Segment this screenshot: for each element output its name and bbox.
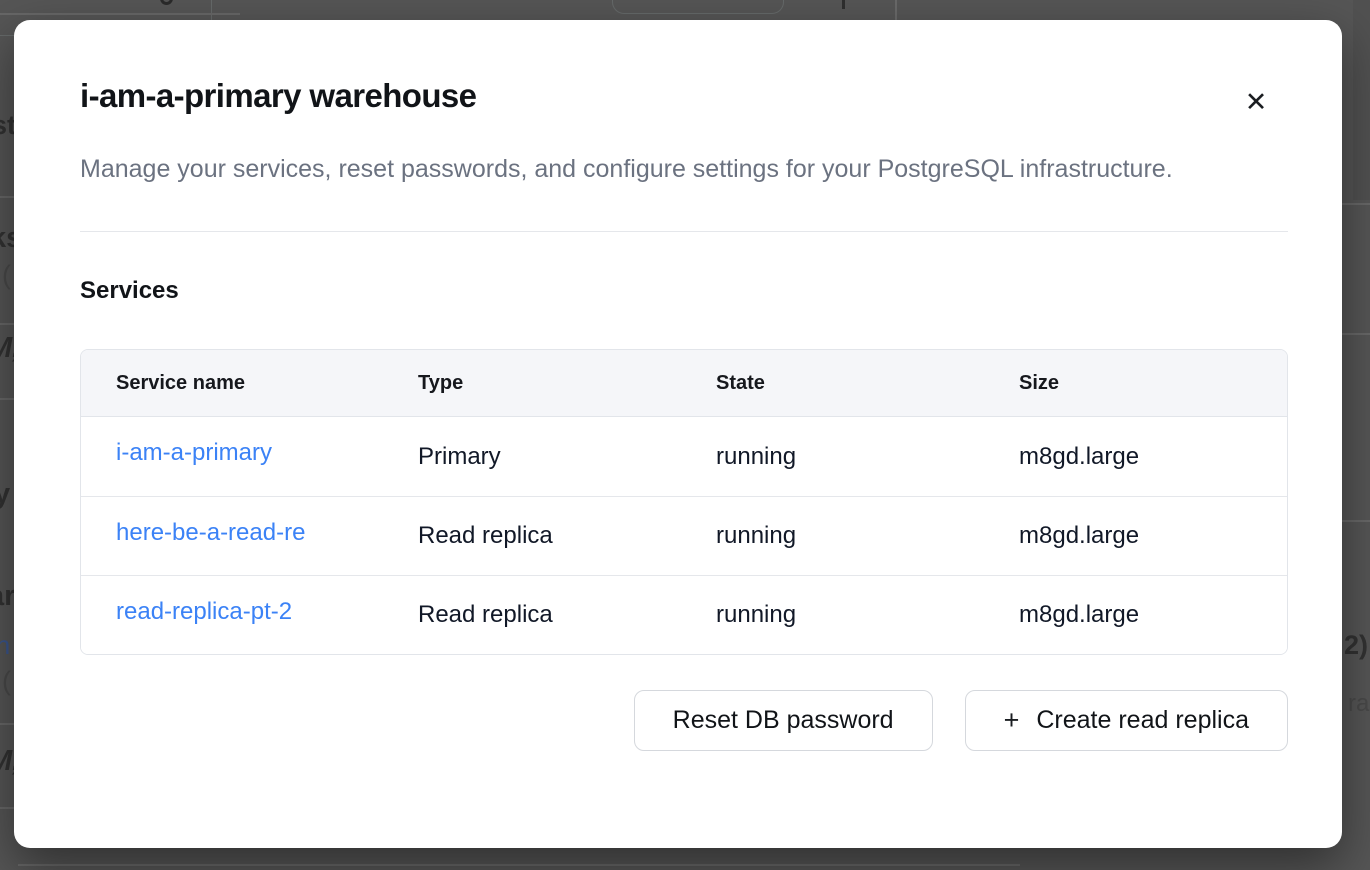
plus-icon: + — [1004, 705, 1020, 736]
service-size: m8gd.large — [984, 443, 1287, 471]
background-caret — [842, 0, 845, 9]
background-divider — [0, 807, 14, 809]
background-divider — [0, 323, 14, 325]
background-divider — [0, 196, 14, 198]
modal-title: i-am-a-primary warehouse — [80, 76, 1288, 116]
column-header-size: Size — [984, 372, 1287, 395]
column-header-state: State — [681, 372, 984, 395]
services-heading: Services — [80, 276, 1288, 306]
modal-description: Manage your services, reset passwords, a… — [80, 148, 1230, 190]
screen: st ks ( M, y ar in ( M, 2) ra ✕ i-am-a-p… — [0, 0, 1370, 870]
reset-db-password-label: Reset DB password — [673, 706, 894, 735]
background-divider — [895, 0, 897, 20]
warehouse-modal: ✕ i-am-a-primary warehouse Manage your s… — [14, 20, 1342, 848]
service-type: Primary — [383, 443, 681, 471]
service-state: running — [681, 443, 984, 471]
background-text-fragment: 2) — [1344, 630, 1368, 661]
table-row: here-be-a-read-re Read replica running m… — [81, 496, 1287, 575]
create-read-replica-label: Create read replica — [1036, 706, 1249, 735]
background-divider — [1342, 203, 1370, 205]
service-type: Read replica — [383, 601, 681, 629]
background-text-fragment: ( — [2, 666, 11, 697]
background-divider — [18, 864, 1020, 866]
background-divider — [0, 13, 240, 15]
close-icon[interactable]: ✕ — [1234, 80, 1278, 124]
service-name-link[interactable]: read-replica-pt-2 — [116, 598, 292, 626]
column-header-type: Type — [383, 372, 681, 395]
divider — [80, 231, 1288, 232]
background-divider — [1342, 333, 1370, 335]
background-divider — [0, 723, 14, 725]
service-name-link[interactable]: i-am-a-primary — [116, 439, 272, 467]
service-state: running — [681, 601, 984, 629]
background-text-fragment: y — [0, 478, 10, 511]
background-divider — [0, 398, 14, 400]
service-name-link[interactable]: here-be-a-read-re — [116, 519, 305, 547]
background-divider — [1342, 520, 1370, 522]
services-table: Service name Type State Size i-am-a-prim… — [80, 349, 1288, 655]
background-panel-edge — [1353, 0, 1370, 200]
background-dropdown — [612, 0, 784, 14]
table-row: read-replica-pt-2 Read replica running m… — [81, 575, 1287, 654]
service-size: m8gd.large — [984, 522, 1287, 550]
service-type: Read replica — [383, 522, 681, 550]
table-header-row: Service name Type State Size — [81, 350, 1287, 417]
column-header-service-name: Service name — [81, 372, 383, 395]
background-link-fragment: in — [0, 630, 10, 661]
service-size: m8gd.large — [984, 601, 1287, 629]
background-text-fragment: ( — [2, 260, 11, 291]
background-text-fragment: ra — [1348, 690, 1369, 718]
modal-actions: Reset DB password + Create read replica — [80, 690, 1288, 751]
service-state: running — [681, 522, 984, 550]
reset-db-password-button[interactable]: Reset DB password — [634, 690, 933, 751]
create-read-replica-button[interactable]: + Create read replica — [965, 690, 1288, 751]
table-row: i-am-a-primary Primary running m8gd.larg… — [81, 417, 1287, 496]
